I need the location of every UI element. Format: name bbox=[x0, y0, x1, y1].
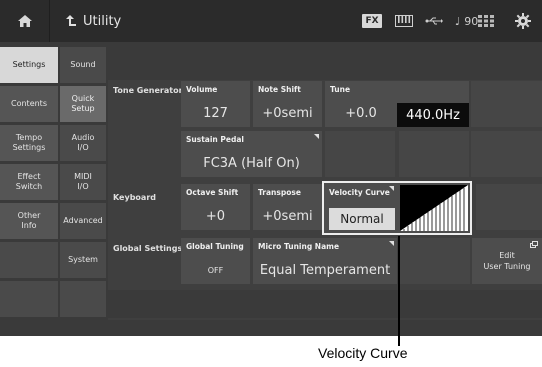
tab-tempo-settings[interactable]: Tempo Settings bbox=[0, 125, 58, 161]
note-shift-field[interactable]: Note Shift +0semi bbox=[253, 81, 322, 127]
tab-empty-2 bbox=[0, 281, 58, 317]
velocity-curve-graph bbox=[400, 185, 468, 231]
global-tuning-label: Global Tuning bbox=[186, 242, 244, 251]
velocity-curve-label: Velocity Curve bbox=[329, 188, 390, 197]
note-shift-value: +0semi bbox=[262, 106, 313, 121]
global-tuning-value: OFF bbox=[207, 266, 224, 275]
tune-hz-value: 440.0Hz bbox=[397, 103, 469, 127]
octave-shift-label: Octave Shift bbox=[186, 188, 239, 197]
volume-label: Volume bbox=[186, 85, 218, 94]
gear-icon bbox=[515, 13, 531, 29]
grid-icon bbox=[478, 15, 494, 27]
page-title: Utility bbox=[83, 13, 122, 29]
note-shift-label: Note Shift bbox=[258, 85, 301, 94]
empty-cell-r2c bbox=[471, 131, 542, 177]
velocity-curve-field[interactable]: Velocity Curve Normal bbox=[322, 181, 472, 235]
empty-cell-r4 bbox=[400, 238, 470, 284]
volume-value: 127 bbox=[203, 106, 228, 121]
micro-tuning-name-field[interactable]: Micro Tuning Name Equal Temperament bbox=[253, 238, 397, 284]
tab-empty-1 bbox=[0, 242, 58, 278]
usb-icon bbox=[425, 17, 443, 25]
transpose-value: +0semi bbox=[262, 209, 313, 224]
transpose-field[interactable]: Transpose +0semi bbox=[253, 184, 322, 230]
tempo-note-icon: ♩ bbox=[455, 14, 461, 28]
velocity-curve-value: Normal bbox=[329, 208, 395, 230]
tab-audio-io[interactable]: Audio I/O bbox=[60, 125, 106, 161]
empty-cell-r2b bbox=[399, 131, 469, 177]
top-bar: Utility FX ♩ 90 bbox=[0, 0, 542, 42]
dropdown-indicator-icon bbox=[389, 241, 394, 246]
empty-cell-r3 bbox=[476, 184, 542, 230]
edit-user-tuning-label: Edit User Tuning bbox=[483, 251, 531, 271]
section-tone-generator: Tone Generator bbox=[113, 86, 183, 95]
back-arrow-icon bbox=[66, 15, 76, 26]
tab-sound[interactable]: Sound bbox=[60, 47, 106, 83]
tab-midi-io[interactable]: MIDI I/O bbox=[60, 164, 106, 200]
section-keyboard: Keyboard bbox=[113, 193, 156, 202]
tab-advanced[interactable]: Advanced bbox=[60, 203, 106, 239]
utility-screen: Utility FX ♩ 90 Settings Contents Tempo … bbox=[0, 0, 542, 336]
tab-settings[interactable]: Settings bbox=[0, 47, 58, 83]
edit-user-tuning-button[interactable]: Edit User Tuning bbox=[472, 238, 542, 284]
fx-badge: FX bbox=[362, 14, 382, 28]
volume-field[interactable]: Volume 127 bbox=[181, 81, 250, 127]
empty-cell-r2a bbox=[325, 131, 395, 177]
callout-leader-line bbox=[398, 236, 400, 346]
tab-other-info[interactable]: Other Info bbox=[0, 203, 58, 239]
sustain-pedal-label: Sustain Pedal bbox=[186, 135, 244, 144]
callout-label: Velocity Curve bbox=[318, 345, 408, 361]
tab-contents[interactable]: Contents bbox=[0, 86, 58, 122]
micro-tuning-name-label: Micro Tuning Name bbox=[258, 242, 340, 251]
transpose-label: Transpose bbox=[258, 188, 301, 197]
octave-shift-value: +0 bbox=[205, 209, 226, 224]
tab-quick-setup[interactable]: Quick Setup bbox=[60, 86, 106, 122]
octave-shift-field[interactable]: Octave Shift +0 bbox=[181, 184, 250, 230]
settings-button[interactable] bbox=[504, 0, 542, 42]
global-tuning-field[interactable]: Global Tuning OFF bbox=[181, 238, 250, 284]
open-window-icon bbox=[530, 241, 538, 248]
home-button[interactable] bbox=[0, 0, 50, 42]
section-global-settings: Global Settings bbox=[113, 244, 183, 253]
empty-row bbox=[108, 290, 542, 318]
keyboard-icon bbox=[395, 15, 413, 27]
dropdown-indicator-icon bbox=[389, 186, 394, 191]
dropdown-indicator-icon bbox=[314, 134, 319, 139]
micro-tuning-name-value: Equal Temperament bbox=[259, 263, 391, 278]
empty-cell-r1 bbox=[471, 81, 542, 127]
tab-effect-switch[interactable]: Effect Switch bbox=[0, 164, 58, 200]
sustain-pedal-field[interactable]: Sustain Pedal FC3A (Half On) bbox=[181, 131, 322, 177]
tab-system[interactable]: System bbox=[60, 242, 106, 278]
page-title-area[interactable]: Utility bbox=[51, 0, 361, 42]
tune-value: +0.0 bbox=[345, 106, 377, 121]
home-icon bbox=[17, 15, 32, 27]
grid-button[interactable] bbox=[468, 0, 504, 42]
tab-empty-3 bbox=[60, 281, 106, 317]
tune-label: Tune bbox=[330, 85, 351, 94]
sustain-pedal-value: FC3A (Half On) bbox=[203, 156, 300, 171]
